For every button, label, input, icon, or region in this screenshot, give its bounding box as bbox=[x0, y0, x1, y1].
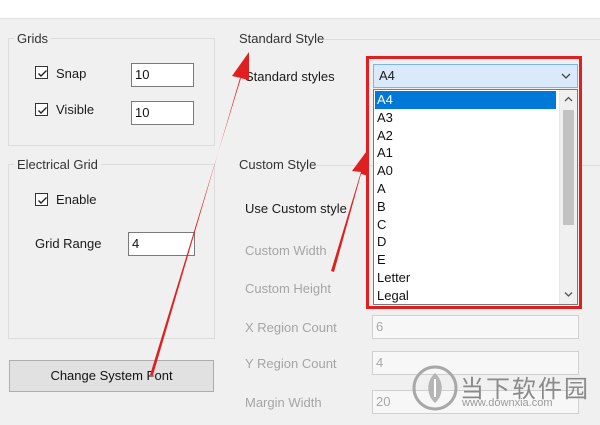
dropdown-option[interactable]: A4 bbox=[375, 91, 556, 109]
dropdown-option[interactable]: E bbox=[375, 251, 556, 269]
scroll-up-arrow-icon[interactable] bbox=[560, 91, 577, 108]
grid-range-label: Grid Range bbox=[35, 236, 102, 251]
dropdown-option[interactable]: Letter bbox=[375, 269, 556, 287]
enable-label: Enable bbox=[56, 192, 97, 207]
x-region-count-input[interactable]: 6 bbox=[372, 315, 579, 339]
standard-styles-dropdown-list[interactable]: A4 A3 A2 A1 A0 A B C D E Letter Legal bbox=[373, 89, 578, 305]
visible-input[interactable]: 10 bbox=[131, 101, 194, 125]
use-custom-style-label: Use Custom style bbox=[245, 201, 347, 216]
dropdown-option[interactable]: C bbox=[375, 216, 556, 234]
checkmark-icon bbox=[38, 70, 47, 77]
chevron-down-icon bbox=[561, 73, 571, 79]
custom-style-legend: Custom Style bbox=[236, 157, 320, 173]
standard-styles-label: Standard styles bbox=[245, 69, 335, 84]
custom-width-label: Custom Width bbox=[245, 243, 327, 258]
electrical-grid-legend: Electrical Grid bbox=[14, 157, 101, 173]
scrollbar-thumb[interactable] bbox=[563, 110, 574, 225]
dropdown-option[interactable]: B bbox=[375, 198, 556, 216]
grids-legend: Grids bbox=[14, 31, 52, 47]
dropdown-scrollbar[interactable] bbox=[559, 90, 577, 304]
enable-checkbox[interactable] bbox=[35, 193, 48, 206]
visible-checkbox[interactable] bbox=[35, 103, 48, 116]
watermark-logo-icon bbox=[412, 365, 458, 411]
checkmark-icon bbox=[38, 197, 47, 204]
y-region-count-label: Y Region Count bbox=[245, 356, 337, 371]
change-system-font-button[interactable]: Change System Font bbox=[9, 360, 214, 392]
checkmark-icon bbox=[38, 107, 47, 114]
dropdown-option[interactable]: Legal bbox=[375, 287, 556, 304]
standard-style-rule bbox=[324, 39, 600, 40]
custom-height-label: Custom Height bbox=[245, 281, 331, 296]
snap-input[interactable]: 10 bbox=[131, 63, 194, 87]
dropdown-option[interactable]: A0 bbox=[375, 162, 556, 180]
snap-label: Snap bbox=[56, 66, 87, 81]
standard-styles-select[interactable]: A4 bbox=[373, 64, 578, 88]
watermark-url: www.downxia.com bbox=[462, 397, 553, 409]
dropdown-option[interactable]: A2 bbox=[375, 127, 556, 145]
x-region-count-label: X Region Count bbox=[245, 320, 337, 335]
scroll-down-arrow-icon[interactable] bbox=[560, 286, 577, 303]
dropdown-option[interactable]: A1 bbox=[375, 144, 556, 162]
window-top-strip bbox=[0, 0, 600, 19]
dropdown-option[interactable]: A bbox=[375, 180, 556, 198]
snap-checkbox[interactable] bbox=[35, 66, 48, 79]
standard-style-legend: Standard Style bbox=[236, 31, 328, 47]
grid-range-input[interactable]: 4 bbox=[128, 232, 195, 256]
dropdown-option[interactable]: D bbox=[375, 233, 556, 251]
watermark: 当下软件园 www.downxia.com bbox=[412, 365, 590, 415]
grids-group bbox=[8, 38, 215, 146]
dropdown-option[interactable]: A3 bbox=[375, 109, 556, 127]
standard-styles-selected-value: A4 bbox=[379, 68, 395, 83]
margin-width-label: Margin Width bbox=[245, 395, 322, 410]
visible-label: Visible bbox=[56, 102, 95, 117]
